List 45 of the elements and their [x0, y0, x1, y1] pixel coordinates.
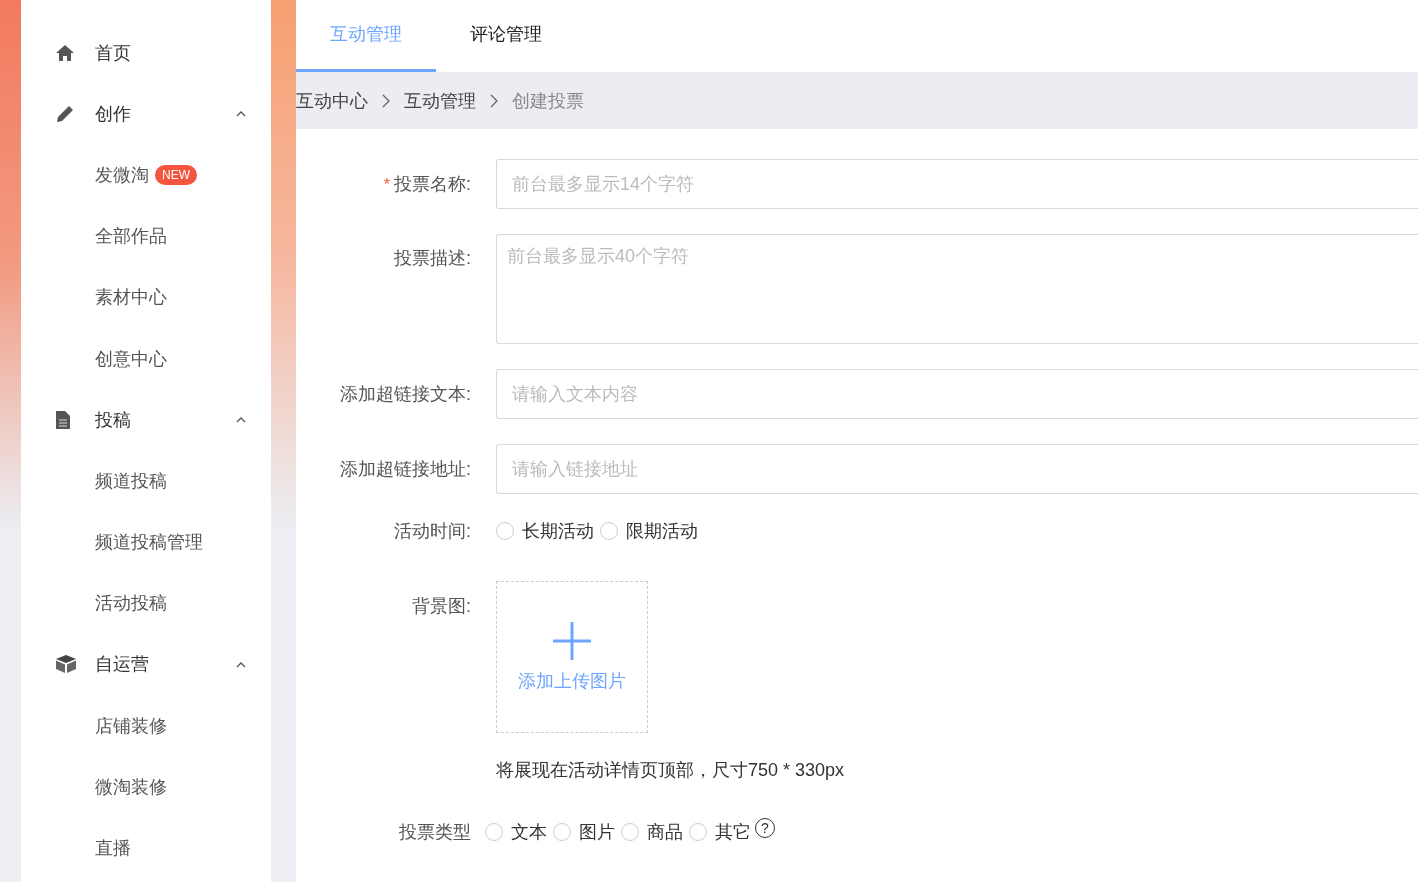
new-badge: NEW	[155, 164, 197, 185]
input-field[interactable]: 请输入文本内容	[496, 369, 1418, 419]
sidebar-subitem[interactable]: 频道投稿管理	[95, 530, 203, 555]
radio-label[interactable]: 商品	[647, 820, 683, 844]
sidebar-subitem[interactable]: 频道投稿	[95, 468, 167, 493]
sidebar-item[interactable]: 投稿	[95, 407, 131, 432]
field-label: 投票类型	[399, 822, 471, 842]
required-asterisk: *	[383, 176, 390, 193]
radio-label[interactable]: 长期活动	[522, 519, 594, 543]
upload-label: 添加上传图片	[518, 670, 626, 693]
sidebar-item[interactable]: 创作	[95, 101, 131, 126]
sidebar-subitem[interactable]: 创意中心	[95, 346, 167, 371]
input-field[interactable]: 前台最多显示14个字符	[496, 159, 1418, 209]
breadcrumb-link[interactable]: 互动中心	[296, 88, 368, 113]
field-label: 背景图:	[412, 596, 471, 616]
radio-label[interactable]: 其它	[715, 820, 751, 844]
breadcrumb-link[interactable]: 互动管理	[404, 88, 476, 113]
input-field[interactable]: 请输入链接地址	[496, 444, 1418, 494]
sidebar-subitem[interactable]: 素材中心	[95, 285, 167, 310]
sidebar-subitem[interactable]: 店铺装修	[95, 713, 167, 738]
radio-label[interactable]: 图片	[579, 820, 615, 844]
textarea-field[interactable]: 前台最多显示40个字符	[496, 234, 1418, 344]
chevron-right-icon	[382, 93, 390, 108]
sidebar-subitem[interactable]: 发微淘	[95, 162, 149, 187]
field-label: 添加超链接文本:	[340, 384, 471, 404]
sidebar-subitem[interactable]: 直播	[95, 836, 131, 861]
document-icon	[55, 409, 71, 430]
tab[interactable]: 评论管理	[436, 0, 576, 72]
chevron-right-icon	[490, 93, 498, 108]
sidebar-subitem[interactable]: 微淘装修	[95, 774, 167, 799]
radio-label[interactable]: 文本	[511, 820, 547, 844]
home-icon	[55, 43, 75, 62]
sidebar-item[interactable]: 首页	[95, 40, 131, 65]
sidebar-subitem[interactable]: 活动投稿	[95, 591, 167, 616]
field-label: 活动时间:	[394, 521, 471, 541]
pencil-icon	[55, 103, 75, 124]
radio-label[interactable]: 限期活动	[626, 519, 698, 543]
field-label: 投票名称:	[394, 174, 471, 194]
plus-icon	[552, 621, 592, 661]
field-label: 添加超链接地址:	[340, 459, 471, 479]
sidebar-item[interactable]: 自运营	[95, 652, 149, 677]
cube-icon	[55, 654, 77, 675]
sidebar-subitem[interactable]: 全部作品	[95, 224, 167, 249]
hint-text: 将展现在活动详情页顶部，尺寸750 * 330px	[496, 759, 846, 782]
field-label: 投票描述:	[394, 248, 471, 268]
